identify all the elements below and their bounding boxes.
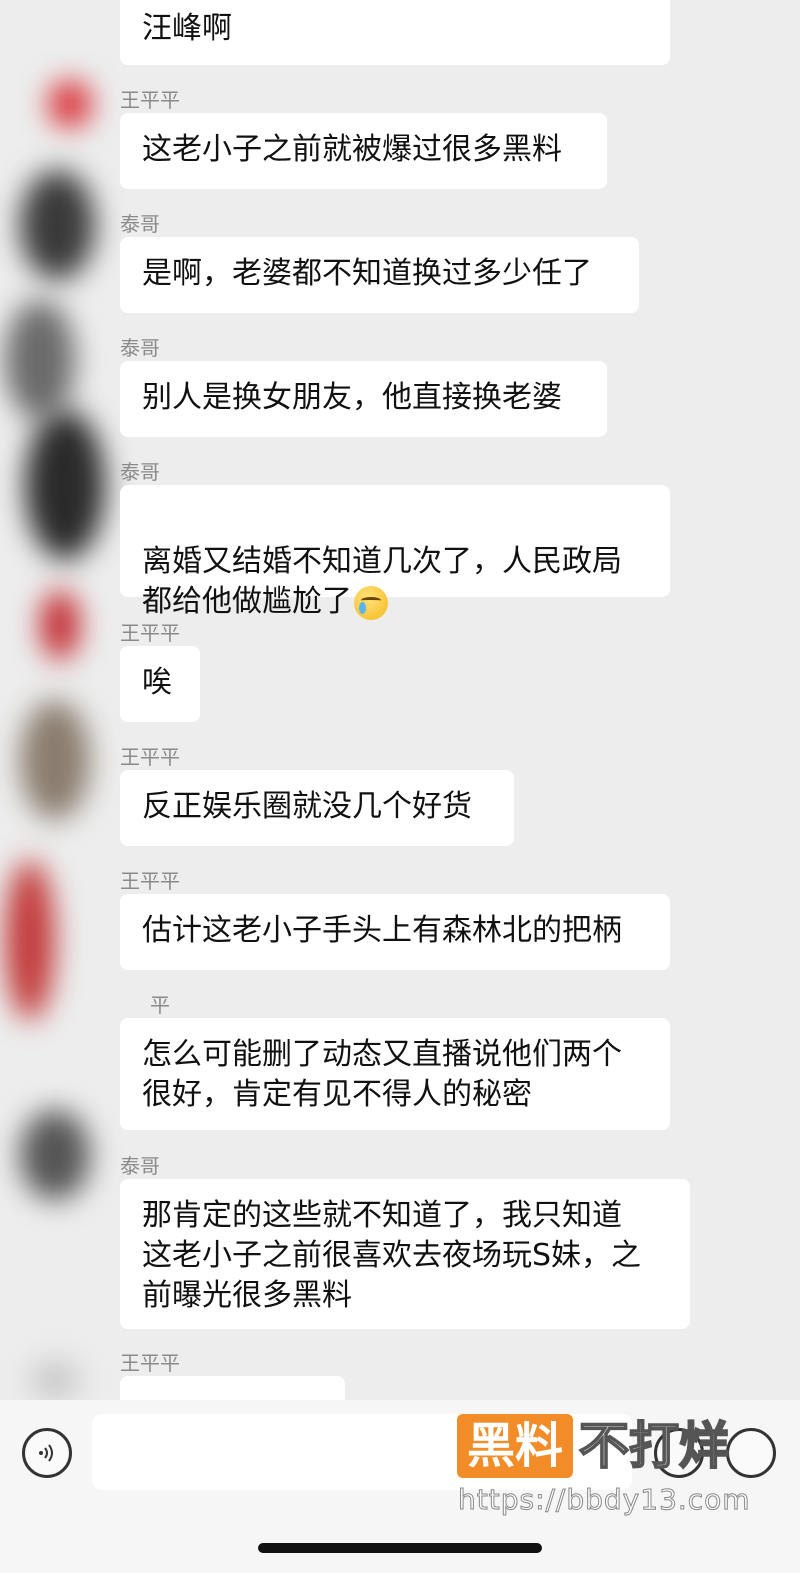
sender-name: 王平平 — [120, 1351, 180, 1375]
message-8: 平 怎么可能删了动态又直播说他们两个 很好，肯定有见不得人的秘密 — [120, 992, 670, 1130]
sender-name: 王平平 — [120, 88, 180, 112]
voice-icon[interactable] — [22, 1428, 72, 1478]
watermark-logo: 黑料 不打烊 — [457, 1414, 730, 1478]
avatar[interactable] — [25, 410, 105, 560]
message-4: 泰哥 离婚又结婚不知道几次了，人民政局 都给他做尴尬了 — [120, 459, 670, 620]
message-0: 汪峰啊 — [120, 0, 670, 65]
avatar[interactable] — [5, 300, 75, 420]
message-bubble[interactable] — [120, 1376, 345, 1400]
sender-name: 王平平 — [120, 869, 180, 893]
sender-name: 泰哥 — [120, 1154, 160, 1178]
message-bubble[interactable]: 估计这老小子手头上有森林北的把柄 — [120, 894, 670, 970]
avatar[interactable] — [20, 700, 90, 820]
avatar[interactable] — [20, 170, 95, 280]
message-bubble[interactable]: 离婚又结婚不知道几次了，人民政局 都给他做尴尬了 — [120, 485, 670, 620]
home-indicator[interactable] — [258, 1543, 542, 1553]
message-bubble[interactable]: 反正娱乐圈就没几个好货 — [120, 770, 514, 846]
message-5: 王平平 唉 — [120, 620, 200, 722]
message-bubble[interactable]: 是啊，老婆都不知道换过多少任了 — [120, 237, 639, 313]
chat-screen: 汪峰啊 王平平 这老小子之前就被爆过很多黑料 泰哥 是啊，老婆都不知道换过多少任… — [0, 0, 800, 1573]
watermark-badge: 黑料 — [457, 1414, 574, 1478]
plus-icon[interactable] — [726, 1428, 776, 1478]
watermark-url: https://bbdy13.com — [458, 1483, 751, 1517]
blurred-avatar-column — [0, 0, 115, 1400]
message-bubble[interactable]: 这老小子之前就被爆过很多黑料 — [120, 113, 607, 189]
message-bubble[interactable]: 唉 — [120, 646, 200, 722]
avatar[interactable] — [40, 590, 80, 660]
watermark-text: 不打烊 — [578, 1416, 730, 1476]
message-bubble[interactable]: 怎么可能删了动态又直播说他们两个 很好，肯定有见不得人的秘密 — [120, 1018, 670, 1130]
message-2: 泰哥 是啊，老婆都不知道换过多少任了 — [120, 211, 639, 313]
message-1: 王平平 这老小子之前就被爆过很多黑料 — [120, 87, 607, 189]
sender-name: 泰哥 — [120, 212, 160, 236]
sender-name: 王平平 — [120, 621, 180, 645]
sender-name: 泰哥 — [120, 460, 160, 484]
message-bubble[interactable]: 那肯定的这些就不知道了，我只知道 这老小子之前很喜欢去夜场玩S妹，之 前曝光很多… — [120, 1179, 690, 1329]
message-9: 泰哥 那肯定的这些就不知道了，我只知道 这老小子之前很喜欢去夜场玩S妹，之 前曝… — [120, 1153, 690, 1329]
sender-name: 泰哥 — [120, 336, 160, 360]
crying-laughing-emoji-icon — [354, 585, 388, 620]
message-bubble[interactable]: 汪峰啊 — [120, 0, 670, 65]
sender-name: 王平平 — [120, 745, 180, 769]
avatar[interactable] — [30, 1360, 80, 1400]
sender-name: 平 — [150, 993, 170, 1017]
avatar[interactable] — [48, 80, 92, 128]
message-6: 王平平 反正娱乐圈就没几个好货 — [120, 744, 514, 846]
message-10: 王平平 — [120, 1350, 345, 1404]
message-7: 王平平 估计这老小子手头上有森林北的把柄 — [120, 868, 670, 970]
message-3: 泰哥 别人是换女朋友，他直接换老婆 — [120, 335, 607, 437]
avatar[interactable] — [5, 860, 55, 1020]
avatar[interactable] — [20, 1110, 90, 1200]
message-bubble[interactable]: 别人是换女朋友，他直接换老婆 — [120, 361, 607, 437]
